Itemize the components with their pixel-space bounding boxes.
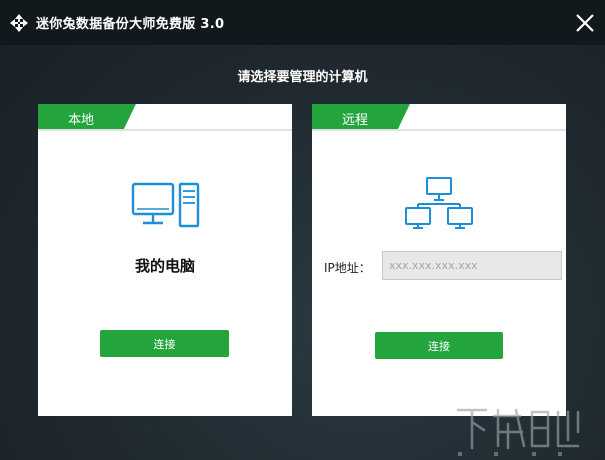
- watermark-logo: [456, 408, 580, 456]
- local-connect-button[interactable]: 连接: [100, 330, 229, 357]
- remote-computer-card: 远程 IP地址： 连接: [312, 104, 566, 416]
- computer-icon: [131, 182, 200, 228]
- local-computer-card: 本地 我的电脑 连接: [38, 104, 292, 416]
- close-icon[interactable]: [572, 10, 598, 36]
- ip-address-label: IP地址：: [324, 261, 371, 275]
- my-computer-label: 我的电脑: [134, 257, 195, 275]
- tab-remote[interactable]: 远程: [342, 109, 368, 128]
- ip-address-input[interactable]: [382, 251, 562, 280]
- local-tab-bar: 本地: [38, 104, 292, 131]
- app-logo-icon: [10, 14, 28, 32]
- network-icon: [405, 177, 473, 229]
- remote-connect-button[interactable]: 连接: [375, 332, 503, 359]
- tab-local[interactable]: 本地: [68, 109, 94, 128]
- remote-tab-bar: 远程: [312, 104, 566, 131]
- select-computer-prompt: 请选择要管理的计算机: [237, 70, 368, 85]
- title-bar: 迷你兔数据备份大师免费版 3.0: [0, 0, 605, 45]
- window-title: 迷你兔数据备份大师免费版 3.0: [36, 17, 225, 32]
